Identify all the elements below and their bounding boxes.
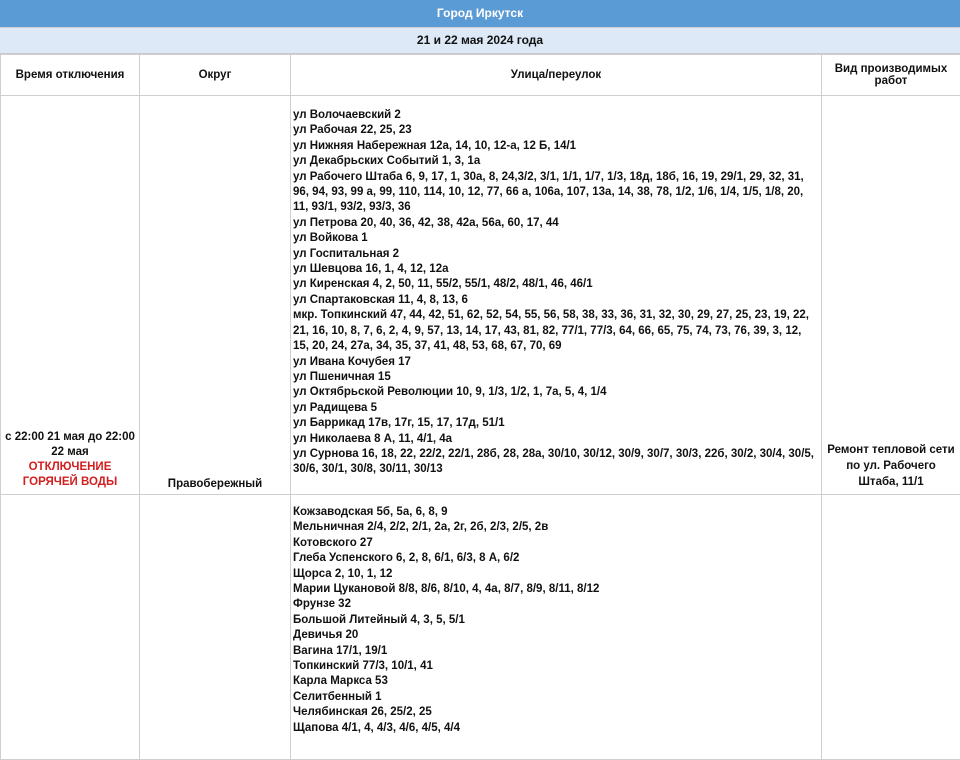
street-entry: Вагина 17/1, 19/1 <box>293 644 819 659</box>
street-entry: ул Сурнова 16, 18, 22, 22/2, 22/1, 28б, … <box>293 447 819 478</box>
street-entry: ул Петрова 20, 40, 36, 42, 38, 42а, 56а,… <box>293 216 819 231</box>
column-header-street: Улица/переулок <box>291 55 822 96</box>
street-entry: Карла Маркса 53 <box>293 674 819 689</box>
column-header-time: Время отключения <box>1 55 140 96</box>
street-entry: ул Декабрьских Событий 1, 3, 1а <box>293 154 819 169</box>
table-row: с 22:00 21 мая до 22:00 22 мая ОТКЛЮЧЕНИ… <box>1 96 960 495</box>
district-cell <box>140 495 291 760</box>
street-entry: ул Войкова 1 <box>293 231 819 246</box>
street-entry: ул Госпитальная 2 <box>293 247 819 262</box>
street-entry: Щапова 4/1, 4, 4/3, 4/6, 4/5, 4/4 <box>293 721 819 736</box>
street-entry: Фрунзе 32 <box>293 597 819 612</box>
street-entry: ул Спартаковская 11, 4, 8, 13, 6 <box>293 293 819 308</box>
street-entry: ул Октябрьской Революции 10, 9, 1/3, 1/2… <box>293 385 819 400</box>
street-entry: Девичья 20 <box>293 628 819 643</box>
street-list: ул Волочаевский 2ул Рабочая 22, 25, 23ул… <box>291 96 822 495</box>
street-entry: ул Волочаевский 2 <box>293 108 819 123</box>
street-entry: ул Радищева 5 <box>293 401 819 416</box>
street-entry: Кожзаводская 5б, 5а, 6, 8, 9 <box>293 505 819 520</box>
street-entry: ул Николаева 8 А, 11, 4/1, 4а <box>293 432 819 447</box>
street-entry: ул Киренская 4, 2, 50, 11, 55/2, 55/1, 4… <box>293 277 819 292</box>
street-entry: ул Шевцова 16, 1, 4, 12, 12а <box>293 262 819 277</box>
district-cell: Правобережный <box>140 96 291 495</box>
work-type-cell: Ремонт тепловой сети по ул. Рабочего Шта… <box>822 96 960 495</box>
street-entry: ул Рабочего Штаба 6, 9, 17, 1, 30а, 8, 2… <box>293 170 819 216</box>
column-header-work: Вид производимых работ <box>822 55 960 96</box>
street-entry: ул Нижняя Набережная 12а, 14, 10, 12-а, … <box>293 139 819 154</box>
outage-time-cell <box>1 495 140 760</box>
street-entry: Глеба Успенского 6, 2, 8, 6/1, 6/3, 8 А,… <box>293 551 819 566</box>
city-title: Город Иркутск <box>0 0 960 28</box>
street-entry: Котовского 27 <box>293 536 819 551</box>
column-header-district: Округ <box>140 55 291 96</box>
street-entry: ул Баррикад 17в, 17г, 15, 17, 17д, 51/1 <box>293 416 819 431</box>
table-header-row: Время отключения Округ Улица/переулок Ви… <box>1 55 960 96</box>
street-entry: ул Рабочая 22, 25, 23 <box>293 123 819 138</box>
street-entry: мкр. Топкинский 47, 44, 42, 51, 62, 52, … <box>293 308 819 354</box>
outage-alert: ОТКЛЮЧЕНИЕ ГОРЯЧЕЙ ВОДЫ <box>1 460 139 490</box>
street-entry: Мельничная 2/4, 2/2, 2/1, 2а, 2г, 2б, 2/… <box>293 520 819 535</box>
street-entry: Челябинская 26, 25/2, 25 <box>293 705 819 720</box>
date-range: 21 и 22 мая 2024 года <box>0 28 960 54</box>
street-list: Кожзаводская 5б, 5а, 6, 8, 9Мельничная 2… <box>291 495 822 760</box>
street-entry: Большой Литейный 4, 3, 5, 5/1 <box>293 613 819 628</box>
outage-time-cell: с 22:00 21 мая до 22:00 22 мая ОТКЛЮЧЕНИ… <box>1 96 140 495</box>
street-entry: ул Ивана Кочубея 17 <box>293 355 819 370</box>
street-entry: ул Пшеничная 15 <box>293 370 819 385</box>
outage-time: с 22:00 21 мая до 22:00 22 мая <box>5 431 135 458</box>
street-entry: Селитбенный 1 <box>293 690 819 705</box>
outage-table: Время отключения Округ Улица/переулок Ви… <box>0 54 960 760</box>
table-row: Кожзаводская 5б, 5а, 6, 8, 9Мельничная 2… <box>1 495 960 760</box>
street-entry: Щорса 2, 10, 1, 12 <box>293 567 819 582</box>
street-entry: Топкинский 77/3, 10/1, 41 <box>293 659 819 674</box>
street-entry: Марии Цукановой 8/8, 8/6, 8/10, 4, 4а, 8… <box>293 582 819 597</box>
work-type-cell <box>822 495 960 760</box>
